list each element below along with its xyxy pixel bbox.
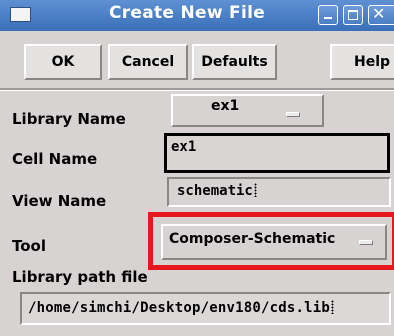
tool-label: Tool: [12, 237, 46, 255]
maximize-icon: [348, 10, 358, 20]
cell-name-field[interactable]: ex1: [164, 133, 390, 173]
library-path-value: /home/simchi/Desktop/env180/cds.lib: [28, 300, 335, 316]
tool-value: Composer-Schematic: [169, 231, 336, 247]
cancel-button[interactable]: Cancel: [108, 44, 188, 80]
create-new-file-dialog: Create New File ✕ OK Cancel Defaults Hel…: [0, 0, 394, 336]
library-path-label: Library path file: [12, 268, 148, 286]
ok-button[interactable]: OK: [24, 44, 102, 80]
library-name-value: ex1: [211, 98, 240, 114]
text-cursor-icon: [331, 300, 335, 314]
option-menu-indicator-icon: [286, 112, 300, 117]
text-cursor-icon: [253, 183, 257, 197]
tool-select[interactable]: Composer-Schematic: [161, 224, 387, 260]
maximize-button[interactable]: [343, 5, 363, 25]
library-name-select[interactable]: ex1: [171, 94, 324, 127]
option-menu-indicator-icon: [359, 240, 373, 245]
cell-name-label: Cell Name: [12, 150, 98, 168]
close-button[interactable]: ✕: [368, 4, 394, 25]
defaults-button[interactable]: Defaults: [192, 44, 277, 80]
library-name-label: Library Name: [12, 110, 126, 128]
dialog-button-bar: OK Cancel Defaults Help: [0, 40, 394, 84]
minimize-button[interactable]: [318, 5, 338, 25]
window-title: Create New File: [108, 3, 266, 23]
view-name-value: schematic: [177, 183, 257, 199]
close-icon: ✕: [372, 4, 386, 23]
minimize-icon: [324, 17, 332, 19]
library-path-field[interactable]: /home/simchi/Desktop/env180/cds.lib: [20, 292, 391, 325]
view-name-label: View Name: [12, 192, 107, 210]
toolbar-separator: [0, 88, 394, 91]
window-menu-icon[interactable]: [10, 7, 31, 22]
title-bar[interactable]: Create New File ✕: [0, 0, 394, 31]
cell-name-value: ex1: [171, 139, 197, 155]
help-button[interactable]: Help: [330, 44, 394, 80]
view-name-field[interactable]: schematic: [167, 177, 391, 207]
